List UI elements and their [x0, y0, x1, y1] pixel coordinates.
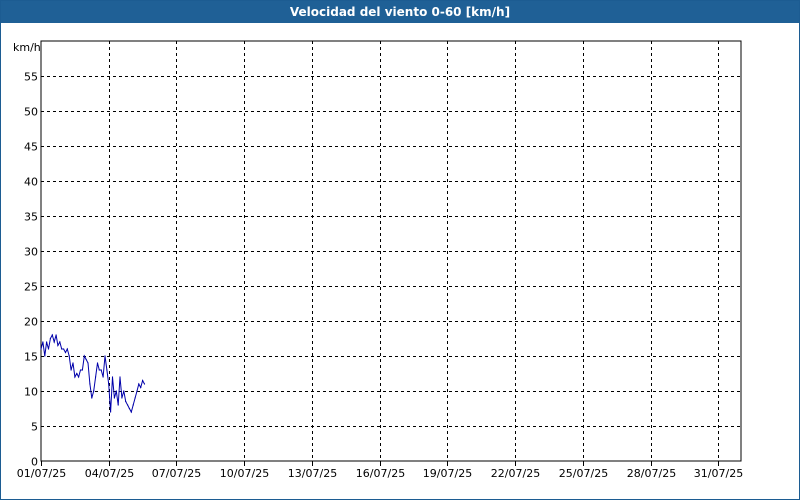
y-tick-label: 55 [24, 71, 38, 84]
data-point [140, 386, 142, 389]
data-point [111, 376, 114, 378]
data-point [110, 411, 112, 413]
data-point [96, 362, 99, 364]
data-point [117, 404, 119, 406]
data-point [53, 341, 55, 343]
data-point [123, 390, 125, 392]
data-point [113, 397, 115, 399]
y-axis-unit-label: km/h [13, 41, 41, 54]
data-point [55, 334, 57, 336]
data-point [104, 355, 106, 357]
data-point [98, 369, 100, 371]
data-point [91, 397, 93, 399]
x-tick-label: 01/07/25 [17, 467, 66, 480]
y-axis-ticks: 0510152025303540455055 [24, 71, 38, 469]
y-tick-label: 40 [24, 176, 38, 189]
data-point [63, 348, 65, 350]
data-point [121, 397, 123, 399]
y-tick-label: 5 [31, 421, 38, 434]
x-tick-label: 31/07/25 [694, 467, 743, 480]
x-axis-ticks: 01/07/25 04/07/25 07/07/25 10/07/25 13/07/25… [17, 461, 743, 480]
data-point [42, 341, 44, 343]
x-tick-label: 22/07/25 [491, 467, 540, 480]
data-point [93, 390, 95, 392]
data-point [47, 348, 50, 350]
grid [41, 41, 741, 461]
data-point [89, 383, 91, 385]
data-point [100, 369, 102, 371]
data-point [61, 348, 63, 350]
data-point [83, 355, 85, 357]
data-point [85, 358, 87, 361]
data-point [87, 362, 89, 364]
data-point [49, 337, 52, 340]
data-point [57, 344, 59, 347]
data-point [102, 376, 104, 378]
data-point [74, 376, 76, 378]
data-point [108, 383, 110, 385]
x-tick-label: 16/07/25 [356, 467, 405, 480]
data-point [125, 400, 127, 403]
data-point [134, 397, 136, 399]
data-point [95, 376, 97, 378]
y-tick-label: 20 [24, 316, 38, 329]
wind-speed-chart: km/h 0510152025303540455055 01/07/25 04/0… [13, 40, 743, 480]
data-point [127, 404, 129, 406]
x-tick-label: 10/07/25 [220, 467, 269, 480]
y-tick-label: 30 [24, 246, 38, 259]
data-point [115, 390, 117, 392]
data-point [51, 334, 53, 336]
data-point [40, 348, 42, 350]
y-tick-label: 35 [24, 211, 38, 224]
wind-speed-line [40, 333, 145, 414]
data-point [136, 390, 138, 392]
x-tick-label: 28/07/25 [627, 467, 676, 480]
data-point [70, 369, 72, 371]
data-point [78, 376, 80, 378]
x-tick-label: 04/07/25 [85, 467, 134, 480]
data-point [132, 404, 134, 406]
x-tick-label: 13/07/25 [288, 467, 337, 480]
chart-window: Velocidad del viento 0-60 [km/h] km/h 05… [0, 0, 800, 500]
data-point [142, 379, 144, 382]
x-tick-label: 07/07/25 [152, 467, 201, 480]
data-point [44, 355, 46, 357]
data-point [46, 341, 48, 343]
y-tick-label: 50 [24, 106, 38, 119]
x-tick-label: 25/07/25 [559, 467, 608, 480]
data-point [79, 369, 82, 371]
y-tick-label: 45 [24, 141, 38, 154]
data-point [143, 383, 146, 385]
x-tick-label: 19/07/25 [423, 467, 472, 480]
data-point [81, 369, 83, 371]
data-point [76, 372, 78, 375]
y-tick-label: 15 [24, 351, 38, 364]
data-point [59, 341, 61, 343]
data-point [64, 351, 67, 354]
data-point [66, 348, 68, 350]
data-point [130, 411, 132, 413]
data-point [138, 383, 140, 385]
data-point [106, 369, 108, 371]
data-point [128, 407, 130, 410]
series [40, 333, 146, 414]
y-tick-label: 10 [24, 386, 38, 399]
y-tick-label: 25 [24, 281, 38, 294]
data-point [68, 355, 70, 357]
data-point [119, 376, 121, 378]
data-point [72, 362, 74, 364]
